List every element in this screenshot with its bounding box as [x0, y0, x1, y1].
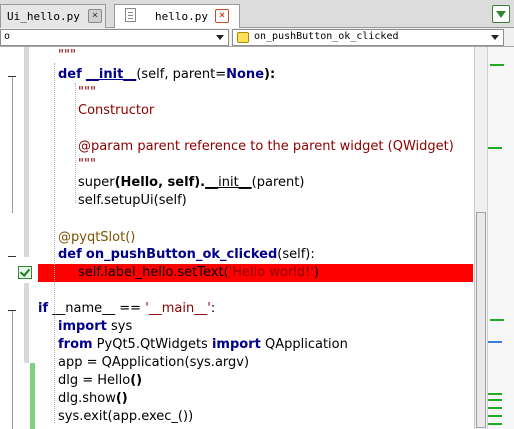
- change-marker: [24, 47, 29, 257]
- code-line: sys.exit(app.exec_()): [58, 408, 193, 426]
- code-text: (): [115, 391, 128, 406]
- vertical-scrollbar[interactable]: [474, 47, 487, 429]
- code-text: :: [210, 301, 216, 316]
- code-line: from PyQt5.QtWidgets import QApplication: [58, 336, 348, 354]
- code-line: """: [78, 156, 96, 174]
- change-indicator[interactable]: [490, 64, 504, 66]
- code-line: """: [58, 47, 76, 65]
- code-text: sys: [106, 319, 133, 334]
- change-indicator[interactable]: [488, 393, 502, 395]
- keyword: None: [226, 67, 265, 82]
- editor-gutter: [0, 47, 35, 429]
- keyword: import: [58, 319, 107, 334]
- fold-range: [12, 77, 13, 213]
- method-selector[interactable]: on_pushButton_ok_clicked: [232, 29, 504, 46]
- tab-label: hello.py: [155, 10, 208, 23]
- change-indicator[interactable]: [488, 399, 502, 401]
- change-indicator[interactable]: [488, 423, 502, 425]
- keyword: def: [58, 247, 82, 262]
- search-indicator[interactable]: [488, 341, 502, 343]
- code-text: __name__ ==: [48, 301, 146, 316]
- change-marker: [30, 363, 35, 429]
- keyword: def: [58, 67, 82, 82]
- close-icon[interactable]: ×: [215, 9, 229, 23]
- code-area[interactable]: """ def __init__(self, parent=None): """…: [38, 47, 474, 429]
- code-text: (Hello, self).: [114, 175, 206, 190]
- tab-hello[interactable]: hello.py ×: [114, 4, 240, 29]
- string: 'Hello world!': [228, 265, 314, 280]
- code-line-highlighted: self.label_hello.setText('Hello world!'): [78, 264, 319, 282]
- string: '__main__': [145, 301, 211, 316]
- method-selector-value: on_pushButton_ok_clicked: [254, 31, 399, 42]
- fold-marker[interactable]: [8, 256, 16, 257]
- code-line: import sys: [58, 318, 132, 336]
- navigation-bar: o on_pushButton_ok_clicked: [0, 28, 514, 47]
- indent-guide: [75, 83, 76, 203]
- decorator: @pyqtSlot(): [58, 230, 136, 245]
- code-text: QApplication: [260, 337, 348, 352]
- code-line: self.setupUi(self): [78, 192, 187, 210]
- code-text: self.label_hello.setText(: [78, 265, 229, 280]
- code-line: if __name__ == '__main__':: [38, 300, 215, 318]
- code-text: (): [130, 373, 143, 388]
- function-name: __init__: [85, 67, 137, 82]
- code-line: def on_pushButton_ok_clicked(self):: [58, 246, 315, 264]
- keyword: from: [58, 337, 93, 352]
- change-marker: [24, 283, 29, 363]
- keyword: if: [38, 301, 49, 316]
- code-line: @pyqtSlot(): [58, 229, 135, 247]
- code-line: def __init__(self, parent=None):: [58, 66, 275, 84]
- change-indicator[interactable]: [488, 415, 502, 417]
- tab-ui-hello[interactable]: Ui_hello.py ×: [0, 4, 106, 28]
- checkmark-icon[interactable]: [18, 266, 32, 279]
- scrollbar-thumb[interactable]: [476, 212, 486, 428]
- code-text: ): [313, 265, 319, 280]
- code-text: (self):: [277, 247, 315, 262]
- code-line: super(Hello, self).__init__(parent): [78, 174, 304, 192]
- keyword: import: [211, 337, 261, 352]
- tab-label: Ui_hello.py: [7, 10, 80, 23]
- code-text: super: [78, 175, 115, 190]
- code-line: """: [78, 84, 96, 102]
- code-line: dlg = Hello(): [58, 372, 142, 390]
- code-text: PyQt5.QtWidgets: [92, 337, 212, 352]
- code-line: app = QApplication(sys.argv): [58, 354, 249, 372]
- code-text: (self, parent=: [136, 67, 227, 82]
- code-text: ):: [264, 67, 276, 82]
- close-icon[interactable]: ×: [88, 9, 102, 23]
- docstring: """: [58, 48, 76, 63]
- function-name: on_pushButton_ok_clicked: [85, 247, 278, 262]
- docstring: Constructor: [78, 103, 155, 118]
- code-text: app = QApplication(sys.argv): [58, 355, 250, 370]
- code-text: dlg.show: [58, 391, 116, 406]
- indent-guide: [54, 63, 55, 423]
- overview-ruler[interactable]: [487, 47, 514, 429]
- docstring: """: [78, 85, 96, 100]
- code-line: Constructor: [78, 102, 154, 120]
- code-editor[interactable]: """ def __init__(self, parent=None): """…: [0, 47, 514, 429]
- code-text: (self): [153, 193, 187, 208]
- code-text: dlg = Hello: [58, 373, 131, 388]
- document-icon: [125, 8, 136, 22]
- code-line: dlg.show(): [58, 390, 128, 408]
- function-icon: [237, 32, 249, 43]
- code-text: (parent): [251, 175, 305, 190]
- code-text: sys.exit(app.exec_()): [58, 409, 194, 424]
- chevron-down-icon: [216, 35, 224, 40]
- fold-range: [12, 311, 13, 429]
- tab-bar: Ui_hello.py × hello.py ×: [0, 0, 514, 29]
- code-text: __init__: [205, 175, 252, 190]
- change-indicator[interactable]: [488, 407, 502, 409]
- class-selector-value: o: [4, 31, 11, 42]
- docstring: @param parent reference to the parent wi…: [78, 139, 454, 154]
- code-text: self.setupUi: [78, 193, 154, 208]
- docstring: """: [78, 157, 96, 172]
- class-selector[interactable]: o: [0, 29, 229, 46]
- change-indicator[interactable]: [490, 319, 504, 321]
- tab-list-menu-button[interactable]: [492, 5, 510, 23]
- code-line: @param parent reference to the parent wi…: [78, 138, 454, 156]
- change-indicator[interactable]: [488, 147, 502, 149]
- chevron-down-icon: [491, 35, 499, 40]
